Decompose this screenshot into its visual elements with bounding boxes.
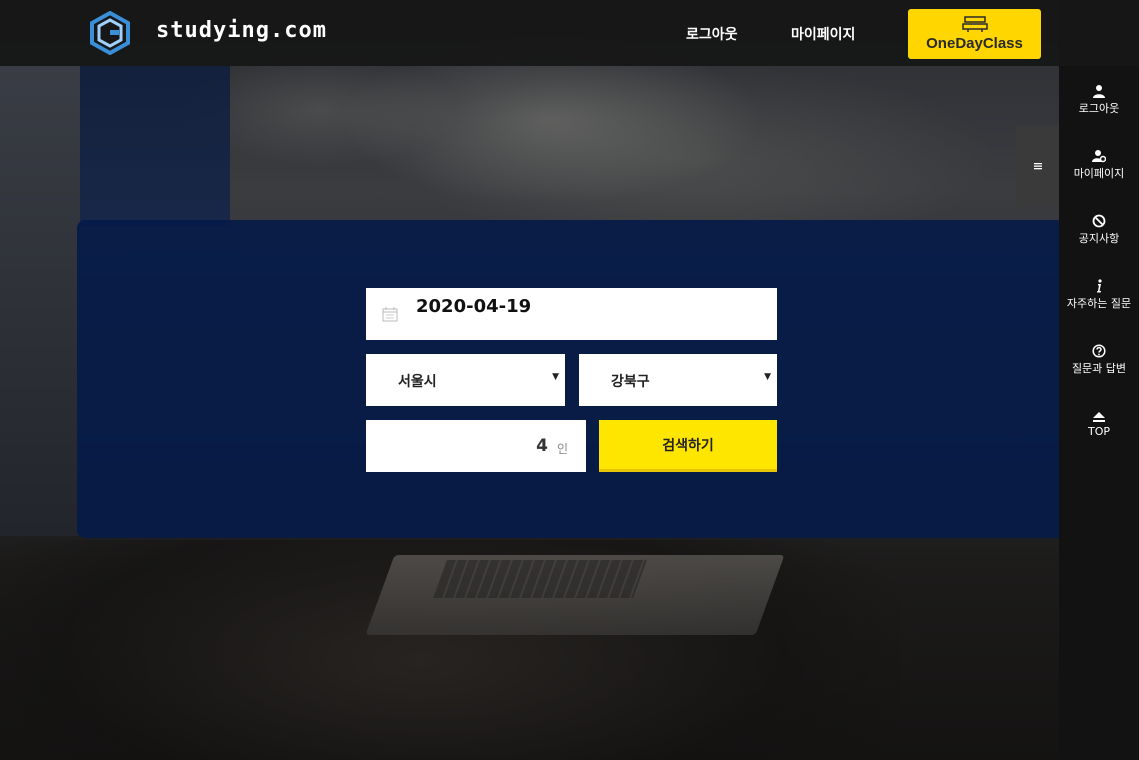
sidebar-item-qna[interactable]: 질문과 답변 xyxy=(1059,344,1139,376)
arrow-up-icon xyxy=(1093,412,1105,422)
quick-sidebar: 로그아웃 마이페이지 공지사항 자주하는 질문 질문과 답변 TOP xyxy=(1059,66,1139,760)
site-header: studying.com 로그아웃 마이페이지 OneDayClass xyxy=(0,0,1139,66)
question-icon xyxy=(1092,344,1106,358)
sidebar-item-faq[interactable]: 자주하는 질문 xyxy=(1059,279,1139,311)
city-select-value: 서울시 xyxy=(398,374,437,390)
user-settings-icon xyxy=(1092,150,1106,163)
hero-background-wall xyxy=(0,66,80,536)
sidebar-toggle-button[interactable] xyxy=(1016,126,1059,206)
city-select[interactable]: 서울시 ▼ xyxy=(366,354,565,406)
district-select-value: 강북구 xyxy=(611,374,650,390)
info-icon xyxy=(1097,279,1102,293)
hero-background-keyboard xyxy=(433,560,647,598)
search-button-label: 검색하기 xyxy=(662,437,714,454)
sidebar-item-mypage[interactable]: 마이페이지 xyxy=(1059,149,1139,181)
chevron-down-icon: ▼ xyxy=(764,372,771,382)
sidebar-item-label: TOP xyxy=(1087,425,1110,438)
sidebar-item-notice[interactable]: 공지사항 xyxy=(1059,214,1139,246)
sidebar-item-label: 질문과 답변 xyxy=(1071,362,1127,375)
people-count-value: 4 xyxy=(536,436,548,456)
sidebar-item-top[interactable]: TOP xyxy=(1059,409,1139,438)
search-button[interactable]: 검색하기 xyxy=(599,420,777,472)
search-panel xyxy=(77,220,1059,538)
nav-mypage-link[interactable]: 마이페이지 xyxy=(791,24,855,44)
district-select[interactable]: 강북구 ▼ xyxy=(579,354,777,406)
onedayclass-label: OneDayClass xyxy=(926,35,1023,52)
sidebar-item-label: 공지사항 xyxy=(1078,232,1120,245)
onedayclass-button[interactable]: OneDayClass xyxy=(908,9,1041,59)
user-icon xyxy=(1093,85,1105,98)
sidebar-item-label: 자주하는 질문 xyxy=(1066,297,1132,310)
sidebar-item-logout[interactable]: 로그아웃 xyxy=(1059,84,1139,116)
calendar-icon[interactable] xyxy=(382,306,398,322)
sidebar-item-label: 로그아웃 xyxy=(1078,102,1120,115)
people-unit-label: 인 xyxy=(556,442,568,456)
menu-icon xyxy=(1033,163,1042,170)
hero-background-panel xyxy=(80,66,230,226)
logo-icon[interactable] xyxy=(90,11,130,55)
people-count-field[interactable]: 4 인 xyxy=(366,420,586,472)
nav-logout-link[interactable]: 로그아웃 xyxy=(686,24,738,44)
class-board-icon xyxy=(961,16,988,32)
sidebar-item-label: 마이페이지 xyxy=(1073,167,1125,180)
date-value: 2020-04-19 xyxy=(416,296,532,317)
date-picker-field[interactable]: 2020-04-19 xyxy=(366,288,777,340)
notice-icon xyxy=(1092,214,1106,228)
chevron-down-icon: ▼ xyxy=(552,372,559,382)
logo-text[interactable]: studying.com xyxy=(156,18,327,43)
